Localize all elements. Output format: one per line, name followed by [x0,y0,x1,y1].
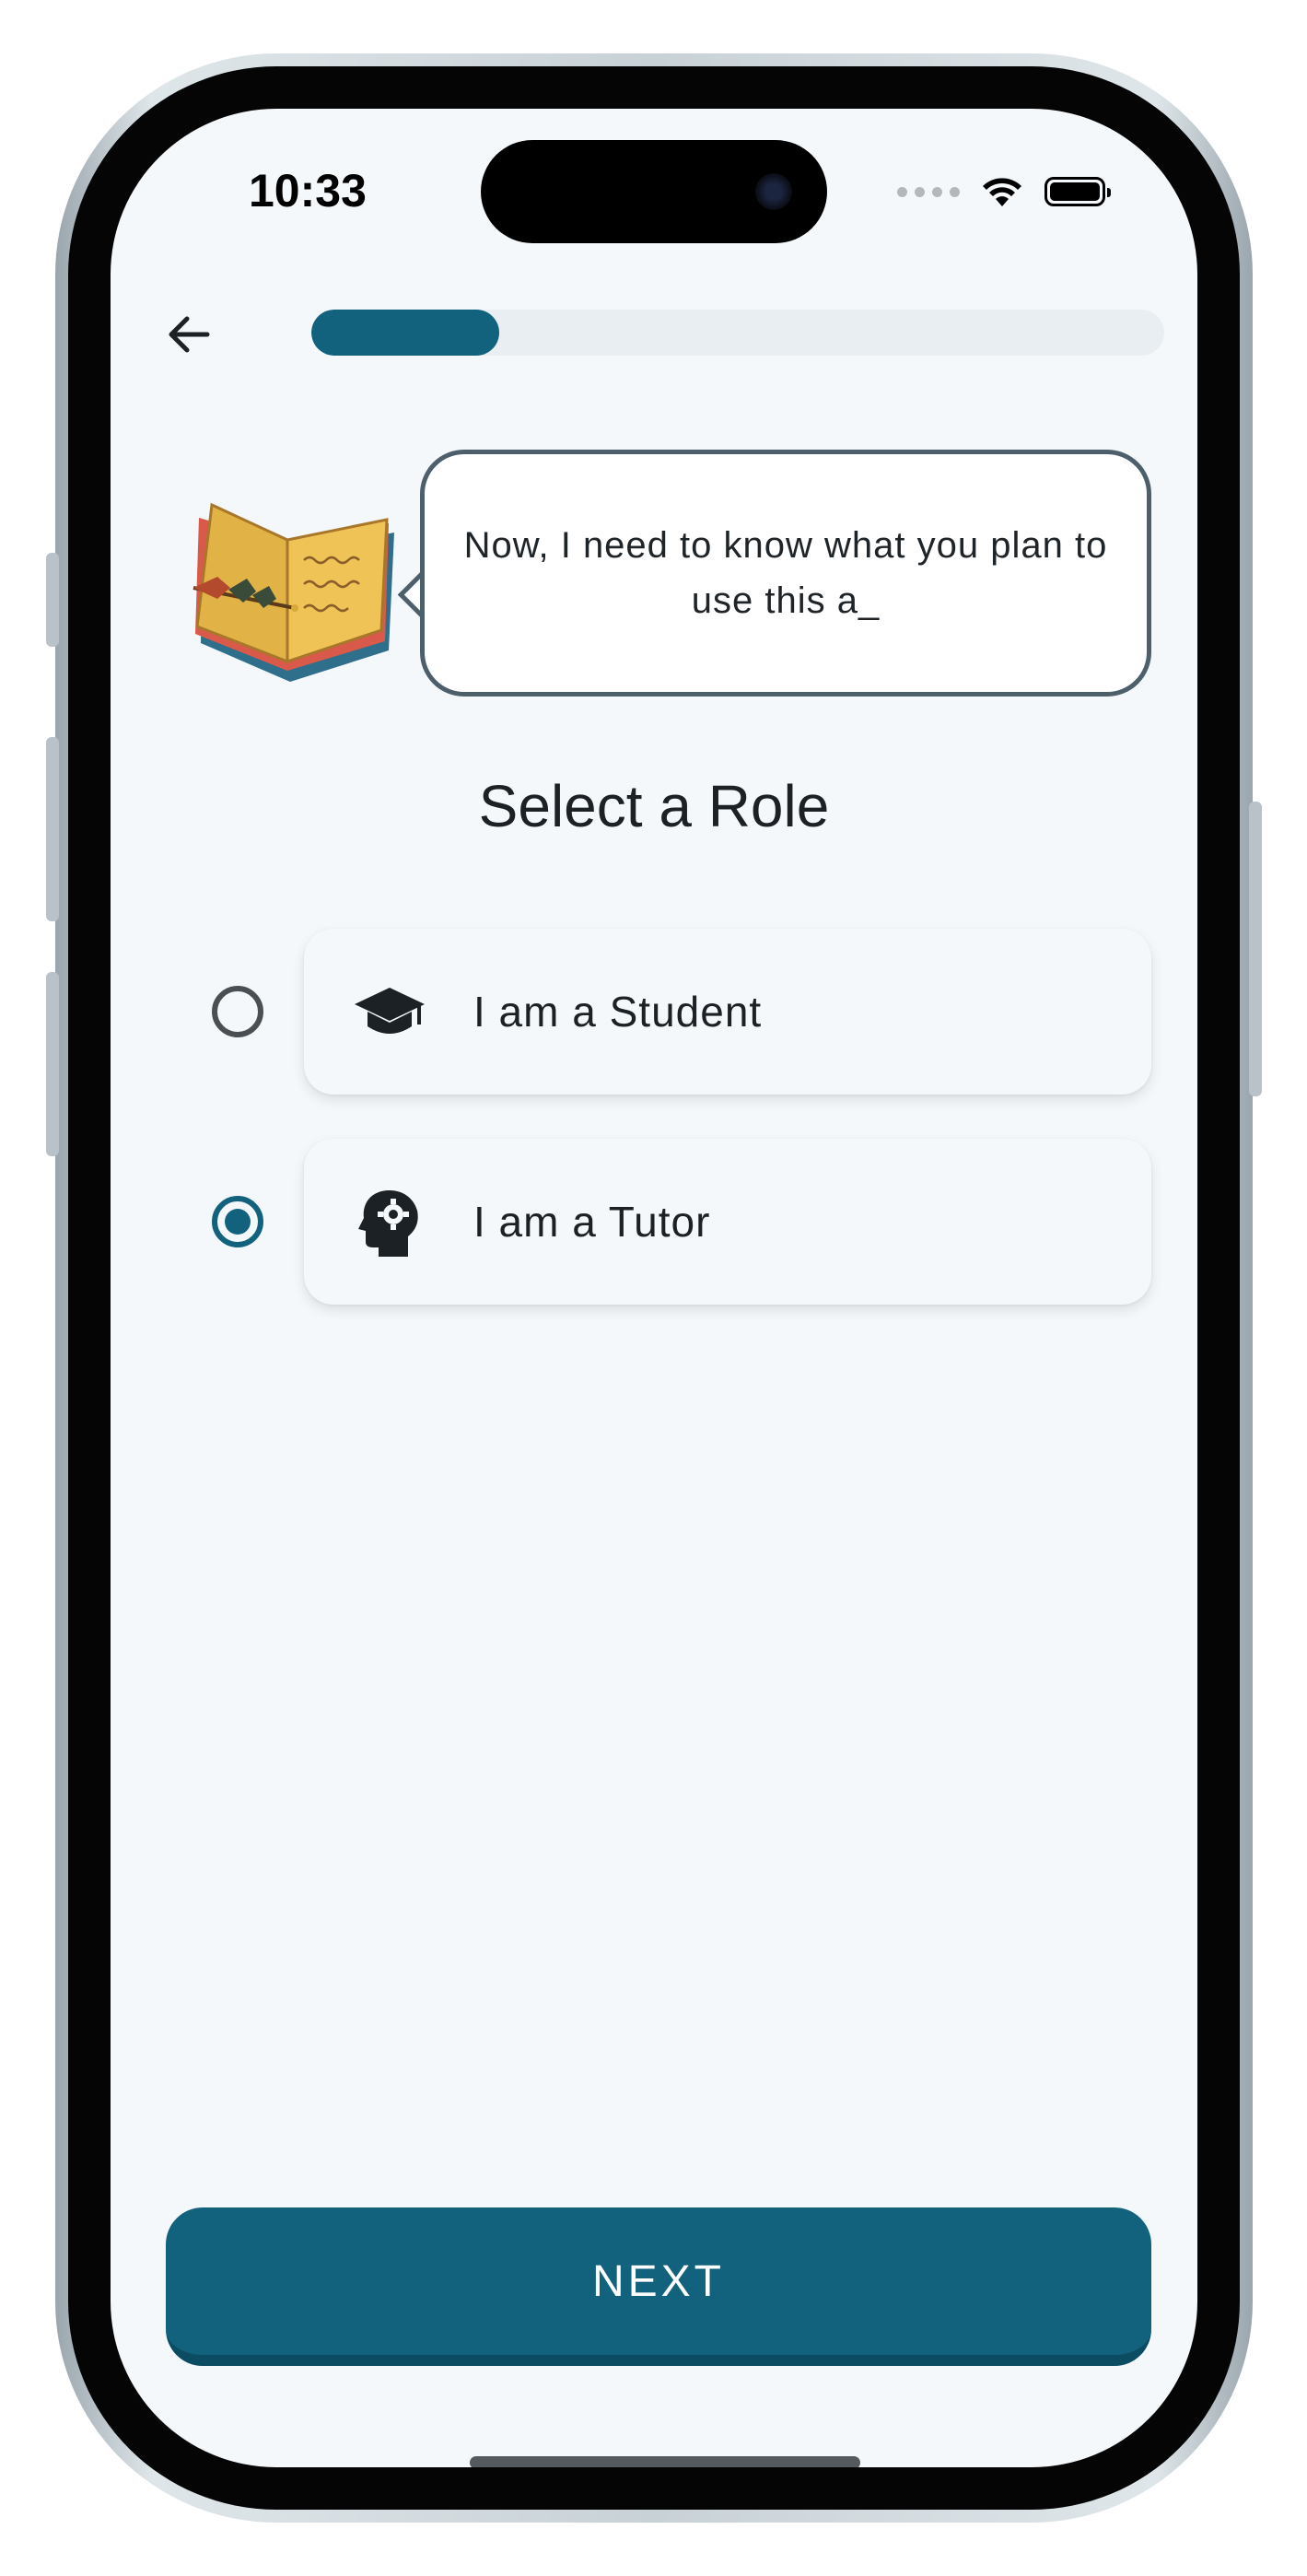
tutor-radio[interactable] [212,1196,263,1247]
tutor-role-card[interactable]: I am a Tutor [304,1139,1151,1305]
tutor-role-label: I am a Tutor [473,1198,711,1246]
open-book-icon [193,502,394,682]
assistant-message: Now, I need to know what you plan to use… [463,525,1108,621]
page-title: Select a Role [478,773,830,839]
power-button [1249,802,1262,1096]
next-button[interactable]: NEXT [166,2207,1151,2366]
status-indicators [897,175,1111,208]
graduation-cap-icon [350,972,429,1051]
progress-fill [311,310,499,356]
volume-up-button [46,737,59,921]
app-screen: 10:33 Now, I need to know what you plan … [111,109,1197,2467]
next-button-label: NEXT [591,2256,725,2306]
front-camera [755,173,792,210]
arrow-left-icon [169,316,210,353]
onboarding-progress-bar [311,310,1164,356]
head-gear-icon [350,1182,429,1261]
status-time: 10:33 [249,165,367,217]
battery-icon [1044,177,1111,206]
wifi-icon [983,178,1021,206]
student-role-card[interactable]: I am a Student [304,929,1151,1095]
home-indicator[interactable] [470,2456,860,2467]
dynamic-island [481,140,827,243]
role-option-tutor: I am a Tutor [111,1139,1197,1305]
role-option-student: I am a Student [111,929,1197,1095]
action-button [46,553,59,647]
volume-down-button [46,972,59,1156]
cellular-signal-icon [897,186,960,197]
student-role-label: I am a Student [473,988,763,1036]
speech-bubble: Now, I need to know what you plan to use… [420,450,1151,697]
back-button[interactable] [157,302,221,367]
student-radio[interactable] [212,986,263,1037]
